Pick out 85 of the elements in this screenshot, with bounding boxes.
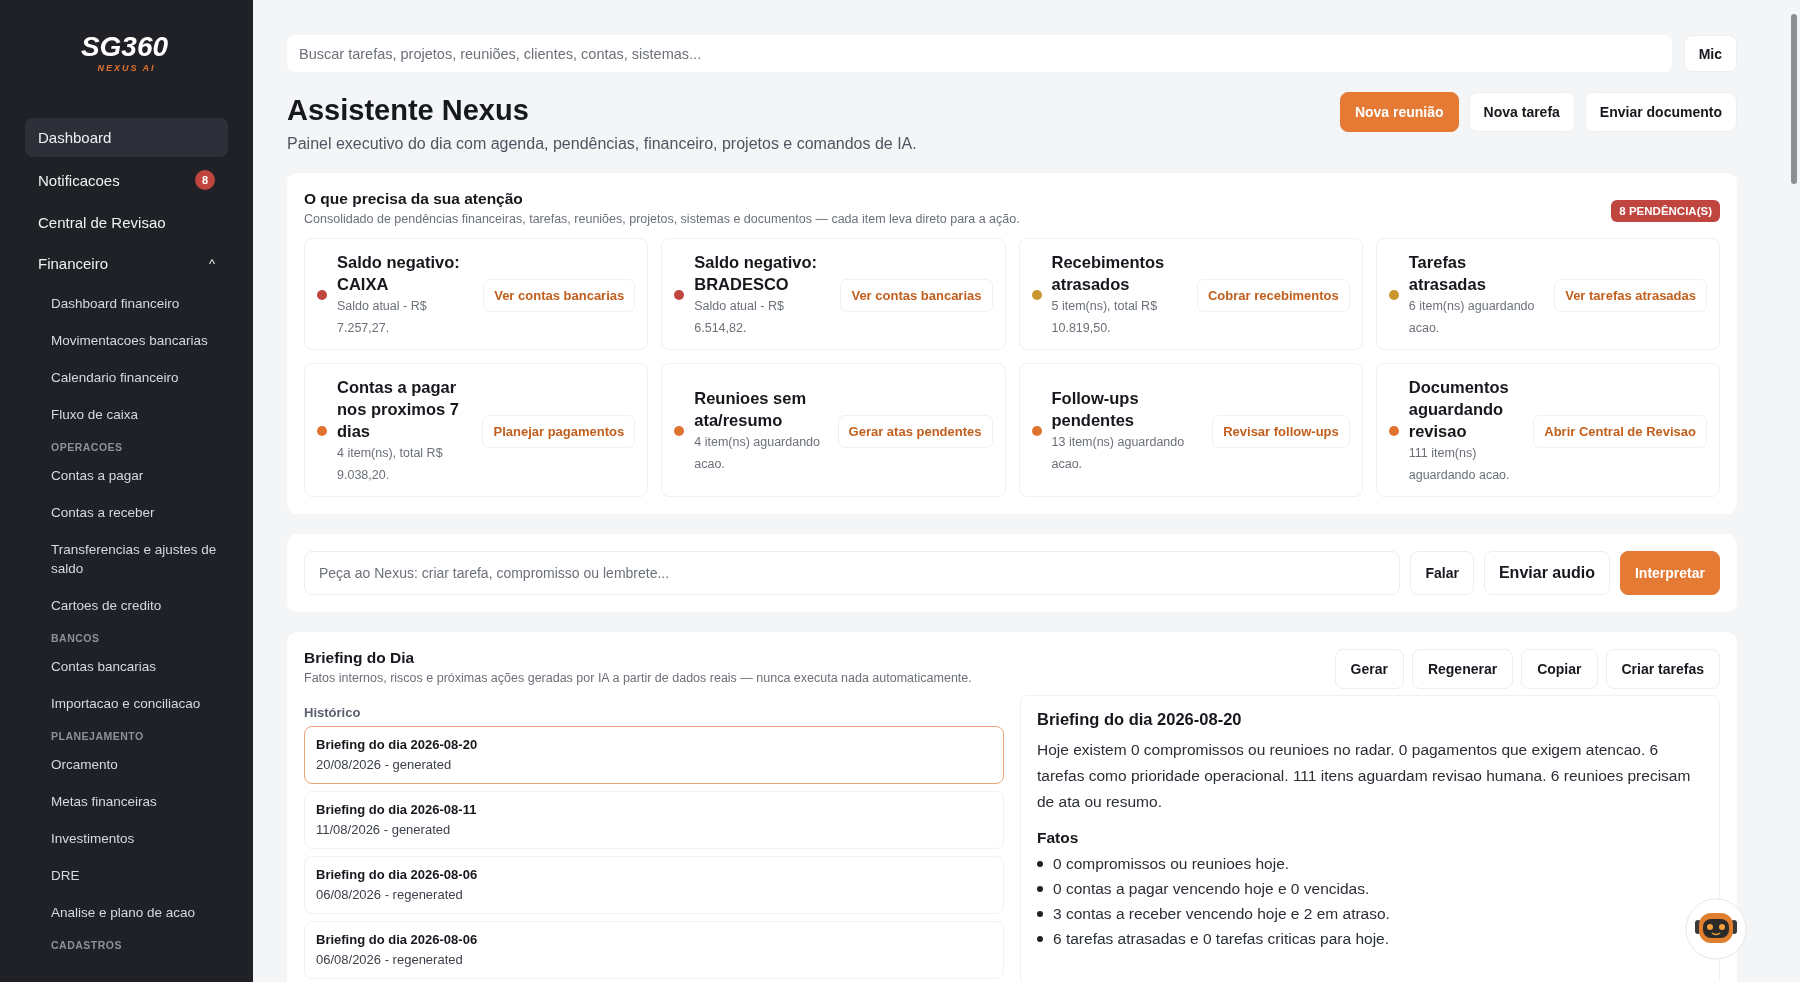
sidebar-section-label: OPERACOES [50,440,124,455]
fact-item: 6 tarefas atrasadas e 0 tarefas criticas para hoje. [1053,929,1389,949]
briefing-button[interactable]: Copiar [1521,649,1598,689]
sidebar-section-label: CADASTROS [50,938,123,953]
attention-detail: Saldo atual - R$ 7.257,27. [337,298,428,337]
attention-action-button[interactable]: Ver tarefas atrasadas [1554,278,1707,312]
sidebar-item[interactable]: Dashboard [25,118,228,157]
sidebar-subitem[interactable]: Contas bancarias [25,648,228,685]
attention-action-button[interactable]: Revisar follow-ups [1212,414,1350,448]
sidebar-subitem[interactable]: Analise e plano de acao [25,894,228,931]
sidebar-subitem[interactable]: DRE [25,857,228,894]
bullet-icon [1037,911,1043,917]
sidebar-item[interactable]: Notificacoes 8 [25,159,228,201]
fact-item: 0 contas a pagar vencendo hoje e 0 vencidas. [1053,879,1370,899]
attention-action-button[interactable]: Abrir Central de Revisao [1533,414,1707,448]
attention-title: Recebimentos atrasados [1051,252,1166,295]
sidebar-subitem[interactable]: Orcamento [25,746,228,783]
command-button[interactable]: Falar [1410,551,1474,595]
search-field[interactable]: Buscar tarefas, projetos, reuniões, clientes, contas, sistemas... [287,35,1672,72]
section-title: Briefing do Dia [304,649,416,667]
attention-action-button[interactable]: Ver contas bancarias [483,278,636,312]
briefing-button[interactable]: Gerar [1334,649,1404,689]
page-title: Assistente Nexus [287,94,530,127]
attention-title: Reunioes sem ata/resumo [694,388,808,431]
sidebar-section-label: PLANEJAMENTO [50,729,145,744]
attention-detail: 5 item(ns), total R$ 10.819,50. [1051,298,1159,337]
sidebar-subitem[interactable]: Transferencias e ajustes de saldo [25,531,228,587]
sidebar-group[interactable]: Financeiro ^ [25,244,228,283]
action-button[interactable]: Enviar documento [1584,92,1737,132]
section-subtitle: Fatos internos, riscos e próximas ações geradas por IA a partir de dados reais — nunca executa nada automaticamente. [304,671,972,685]
attention-title: Tarefas atrasadas [1408,252,1487,295]
sidebar-subitem[interactable]: Importacao e conciliacao [25,685,228,722]
mic-button[interactable]: Mic [1683,35,1737,72]
history-item[interactable]: Briefing do dia 2026-08-06 06/08/2026 - regenerated [304,856,1004,914]
bullet-icon [1037,861,1043,867]
pending-count: 8 PENDÊNCIA(S) [1611,200,1720,222]
attention-title: Documentos aguardando revisao [1408,377,1510,442]
attention-action-button[interactable]: Planejar pagamentos [482,414,636,448]
briefing-summary: Hoje existem 0 compromissos ou reunioes no radar. 0 pagamentos que exigem atencao. 6 tarefas como prioridade operacional. 111 itens aguardam revisao humana. 6 reunioes precisam de ata ou resumo. [1037,740,1692,812]
sidebar-subitem[interactable]: Metas financeiras [25,783,228,820]
attention-detail: 4 item(ns), total R$ 9.038,20. [337,445,444,484]
attention-title: Follow-ups pendentes [1051,388,1140,431]
bullet-icon [1037,936,1043,942]
command-field[interactable]: Peça ao Nexus: criar tarefa, compromisso ou lembrete... [304,551,1401,595]
attention-action-button[interactable]: Cobrar recebimentos [1197,278,1350,312]
fact-item: 3 contas a receber vencendo hoje e 2 em atraso. [1053,904,1390,924]
command-button[interactable]: Enviar audio [1483,551,1610,595]
history-item[interactable]: Briefing do dia 2026-08-06 06/08/2026 - regenerated [304,921,1004,979]
action-button[interactable]: Nova tarefa [1468,92,1575,132]
sidebar-section-label: BANCOS [50,631,101,646]
attention-action-button[interactable]: Gerar atas pendentes [837,414,993,448]
sidebar-item[interactable]: Central de Revisao [25,203,228,242]
history-item[interactable]: Briefing do dia 2026-08-11 11/08/2026 - generated [304,791,1004,849]
attention-action-button[interactable]: Ver contas bancarias [840,278,993,312]
attention-detail: 4 item(ns) aguardando acao. [694,434,822,473]
page-subtitle: Painel executivo do dia com agenda, pendências, financeiro, projetos e comandos de IA. [287,135,917,153]
attention-detail: 6 item(ns) aguardando acao. [1408,298,1536,337]
sidebar-subitem[interactable]: Dashboard financeiro [25,285,228,322]
fact-item: 0 compromissos ou reunioes hoje. [1053,854,1290,874]
robot-assistant-icon[interactable] [1685,898,1747,960]
section-subtitle: Consolidado de pendências financeiras, tarefas, reuniões, projetos, sistemas e documentos — cada item leva direto para a ação. [304,212,1020,226]
sidebar-subitem[interactable]: Investimentos [25,820,228,857]
facts-title: Fatos [1037,829,1080,847]
notification-count: 8 [195,170,215,190]
logo: SG360 NEXUS AI [79,30,170,75]
attention-title: Saldo negativo: BRADESCO [694,252,819,295]
attention-title: Saldo negativo: CAIXA [337,252,461,295]
attention-title: Contas a pagar nos proximos 7 dias [337,377,460,442]
sidebar-subitem[interactable]: Calendario financeiro [25,359,228,396]
caret-icon: ^ [208,256,215,271]
sidebar-subitem[interactable]: Contas a pagar [25,457,228,494]
briefing-button[interactable]: Regenerar [1411,649,1514,689]
sidebar-subitem[interactable]: Movimentacoes bancarias [25,322,228,359]
sidebar-subitem[interactable]: Fluxo de caixa [25,396,228,433]
bullet-icon [1037,886,1043,892]
attention-detail: 111 item(ns) aguardando acao. [1408,445,1511,484]
history-item[interactable]: Briefing do dia 2026-08-20 20/08/2026 - generated [304,726,1004,784]
section-title: O que precisa da sua atenção [304,190,524,208]
history-label: Histórico [304,705,362,720]
attention-detail: Saldo atual - R$ 6.514,82. [694,298,785,337]
briefing-title: Briefing do dia 2026-08-20 [1037,710,1243,729]
sidebar-subitem[interactable]: Cartoes de credito [25,587,228,624]
briefing-button[interactable]: Criar tarefas [1605,649,1720,689]
attention-detail: 13 item(ns) aguardando acao. [1051,434,1186,473]
sidebar-subitem[interactable]: Contas a receber [25,494,228,531]
